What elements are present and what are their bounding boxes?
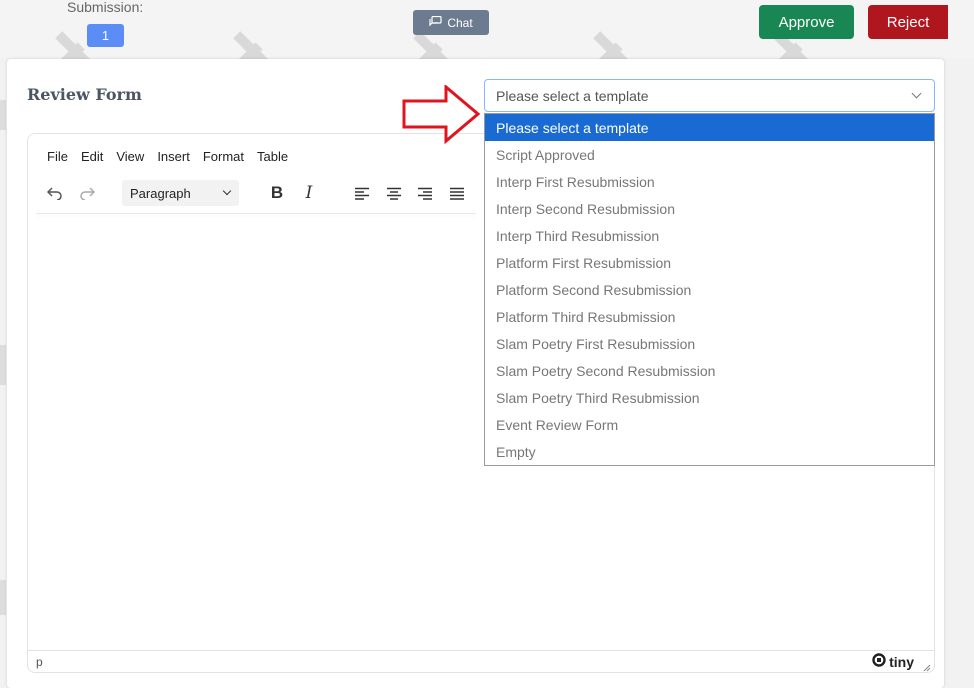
block-format-value: Paragraph (130, 186, 191, 201)
italic-icon[interactable]: I (297, 179, 321, 207)
red-arrow-annotation (402, 85, 481, 145)
approve-button[interactable]: Approve (759, 5, 854, 39)
tiny-brand-text: tiny (889, 653, 914, 670)
chat-icon (429, 15, 442, 30)
dropdown-option[interactable]: Interp Third Resubmission (485, 222, 934, 249)
chevron-down-icon (222, 186, 232, 196)
undo-icon[interactable] (43, 179, 67, 207)
menu-table[interactable]: Table (257, 149, 288, 164)
menu-format[interactable]: Format (203, 149, 244, 164)
redo-icon[interactable] (75, 179, 99, 207)
dropdown-option[interactable]: Platform Second Resubmission (485, 276, 934, 303)
chat-button[interactable]: Chat (413, 10, 489, 35)
dropdown-option[interactable]: Script Approved (485, 141, 934, 168)
dropdown-option[interactable]: Interp First Resubmission (485, 168, 934, 195)
dropdown-option[interactable]: Event Review Form (485, 411, 934, 438)
dropdown-option[interactable]: Interp Second Resubmission (485, 195, 934, 222)
dropdown-option[interactable]: Slam Poetry Third Resubmission (485, 384, 934, 411)
align-right-icon[interactable] (413, 179, 437, 207)
watermark-fragment (0, 100, 6, 130)
align-left-icon[interactable] (350, 179, 374, 207)
template-select-value: Please select a template (496, 88, 649, 104)
tiny-logo-icon (872, 653, 886, 670)
editor-statusbar: p tiny (28, 650, 934, 672)
dropdown-option[interactable]: Slam Poetry First Resubmission (485, 330, 934, 357)
submission-label: Submission: (67, 0, 144, 15)
align-center-icon[interactable] (382, 179, 406, 207)
resize-handle-icon[interactable] (923, 661, 931, 672)
menu-file[interactable]: File (47, 149, 68, 164)
chat-label: Chat (447, 15, 473, 30)
align-justify-icon[interactable] (445, 179, 469, 207)
block-format-select[interactable]: Paragraph (122, 180, 239, 206)
review-form-title: Review Form (27, 85, 142, 104)
bold-icon[interactable]: B (265, 179, 289, 207)
tiny-brand-link[interactable]: tiny (872, 653, 914, 670)
watermark-fragment (0, 580, 6, 615)
editor-menubar: File Edit View Insert Format Table (47, 149, 288, 164)
chevron-down-icon (911, 88, 922, 99)
dropdown-option[interactable]: Platform Third Resubmission (485, 303, 934, 330)
dropdown-option[interactable]: Please select a template (485, 114, 934, 141)
menu-insert[interactable]: Insert (157, 149, 190, 164)
reject-button[interactable]: Reject (868, 5, 948, 39)
watermark-fragment (0, 345, 6, 385)
submission-number-badge[interactable]: 1 (87, 24, 124, 47)
template-select[interactable]: Please select a template (484, 79, 935, 112)
dropdown-option[interactable]: Empty (485, 438, 934, 465)
toolbar-divider (36, 213, 476, 214)
template-dropdown-list: Please select a template Script Approved… (484, 113, 935, 466)
menu-view[interactable]: View (116, 149, 144, 164)
element-path[interactable]: p (36, 655, 43, 669)
top-bar: Submission: 1 Chat Approve Reject (0, 0, 974, 78)
dropdown-option[interactable]: Slam Poetry Second Resubmission (485, 357, 934, 384)
dropdown-option[interactable]: Platform First Resubmission (485, 249, 934, 276)
menu-edit[interactable]: Edit (81, 149, 103, 164)
